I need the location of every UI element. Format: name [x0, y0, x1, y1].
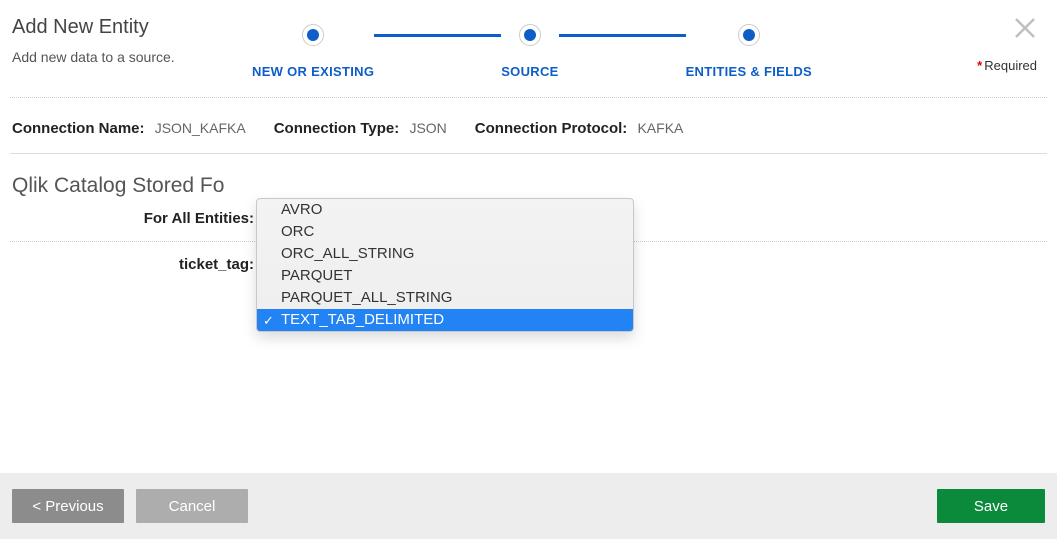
- connection-protocol-value: KAFKA: [637, 120, 683, 136]
- step-connector: [374, 34, 501, 37]
- step-entities-fields[interactable]: ENTITIES & FIELDS: [686, 24, 812, 79]
- previous-button[interactable]: < Previous: [12, 489, 124, 523]
- cancel-button[interactable]: Cancel: [136, 489, 248, 523]
- page-title: Add New Entity: [12, 16, 252, 39]
- step-label: NEW OR EXISTING: [252, 64, 374, 79]
- step-source[interactable]: SOURCE: [501, 24, 558, 79]
- step-connector: [559, 34, 686, 37]
- footer-bar: < Previous Cancel Save: [0, 473, 1057, 539]
- ticket-tag-label: ticket_tag:: [12, 256, 258, 273]
- step-dot-icon: [519, 24, 541, 46]
- close-icon: [1013, 16, 1037, 40]
- connection-name-label: Connection Name:: [12, 120, 145, 137]
- dropdown-option-orc-all-string[interactable]: ORC_ALL_STRING: [257, 243, 633, 265]
- dropdown-option-avro[interactable]: AVRO: [257, 199, 633, 221]
- step-dot-icon: [302, 24, 324, 46]
- check-icon: ✓: [263, 311, 274, 331]
- connection-type-value: JSON: [409, 120, 446, 136]
- connection-type-label: Connection Type:: [274, 120, 400, 137]
- step-label: ENTITIES & FIELDS: [686, 64, 812, 79]
- step-label: SOURCE: [501, 64, 558, 79]
- page-subtitle: Add new data to a source.: [12, 49, 252, 65]
- connection-protocol-label: Connection Protocol:: [475, 120, 628, 137]
- dropdown-option-parquet[interactable]: PARQUET: [257, 265, 633, 287]
- dropdown-option-text-tab-delimited[interactable]: ✓TEXT_TAB_DELIMITED: [257, 309, 633, 331]
- for-all-entities-label: For All Entities:: [12, 210, 258, 227]
- step-new-or-existing[interactable]: NEW OR EXISTING: [252, 24, 374, 79]
- asterisk-icon: *: [977, 58, 982, 73]
- dropdown-option-parquet-all-string[interactable]: PARQUET_ALL_STRING: [257, 287, 633, 309]
- save-button[interactable]: Save: [937, 489, 1045, 523]
- close-button[interactable]: [1013, 16, 1037, 45]
- step-dot-icon: [738, 24, 760, 46]
- format-dropdown[interactable]: AVRO ORC ORC_ALL_STRING PARQUET PARQUET_…: [256, 198, 634, 332]
- connection-summary: Connection Name: JSON_KAFKA Connection T…: [0, 98, 1057, 153]
- dropdown-option-orc[interactable]: ORC: [257, 221, 633, 243]
- connection-name-value: JSON_KAFKA: [155, 120, 246, 136]
- required-indicator: *Required: [977, 58, 1037, 73]
- wizard-stepper: NEW OR EXISTING SOURCE ENTITIES & FIELDS: [252, 16, 812, 79]
